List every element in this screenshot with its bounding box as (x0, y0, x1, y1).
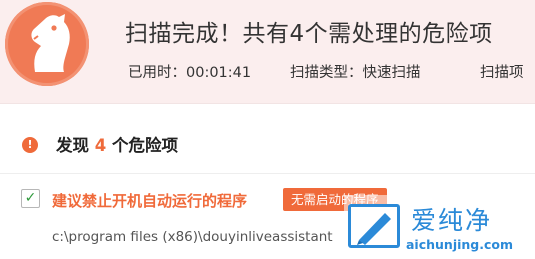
section-divider (0, 173, 535, 174)
scan-result-window: 扫描完成！共有4个需处理的危险项 已用时：00:01:41 扫描类型：快速扫描 … (0, 0, 535, 259)
scan-type-label: 扫描类型： (290, 65, 363, 81)
scan-items: 扫描项 (480, 65, 524, 81)
item-checkbox[interactable]: ✓ (21, 189, 40, 208)
item-title: 建议禁止开机自动运行的程序 (52, 192, 248, 210)
item-path: c:\program files (x86)\douyinliveassista… (52, 229, 333, 245)
check-icon: ✓ (24, 190, 37, 206)
danger-count: 4 (94, 136, 107, 155)
elapsed-value: 00:01:41 (186, 65, 252, 81)
horse-head-icon (5, 2, 89, 86)
pen-frame-icon (348, 204, 400, 248)
exclamation-circle-icon: ! (22, 137, 38, 153)
watermark: 爱纯净 aichunjing.com (344, 195, 535, 259)
danger-count-title: 发现 4 个危险项 (56, 132, 178, 156)
scan-type-value: 快速扫描 (362, 65, 421, 81)
watermark-name: 爱纯净 (411, 206, 493, 235)
watermark-url: aichunjing.com (406, 237, 514, 252)
result-header: 扫描完成！共有4个需处理的危险项 已用时：00:01:41 扫描类型：快速扫描 … (0, 0, 535, 103)
danger-title-prefix: 发现 (56, 136, 89, 155)
elapsed-time: 已用时：00:01:41 (128, 61, 251, 82)
danger-title-suffix: 个危险项 (111, 136, 178, 155)
header-divider (0, 103, 535, 104)
elapsed-label: 已用时： (128, 65, 186, 81)
scan-complete-title: 扫描完成！共有4个需处理的危险项 (125, 21, 493, 47)
scan-type: 扫描类型：快速扫描 (290, 61, 421, 82)
